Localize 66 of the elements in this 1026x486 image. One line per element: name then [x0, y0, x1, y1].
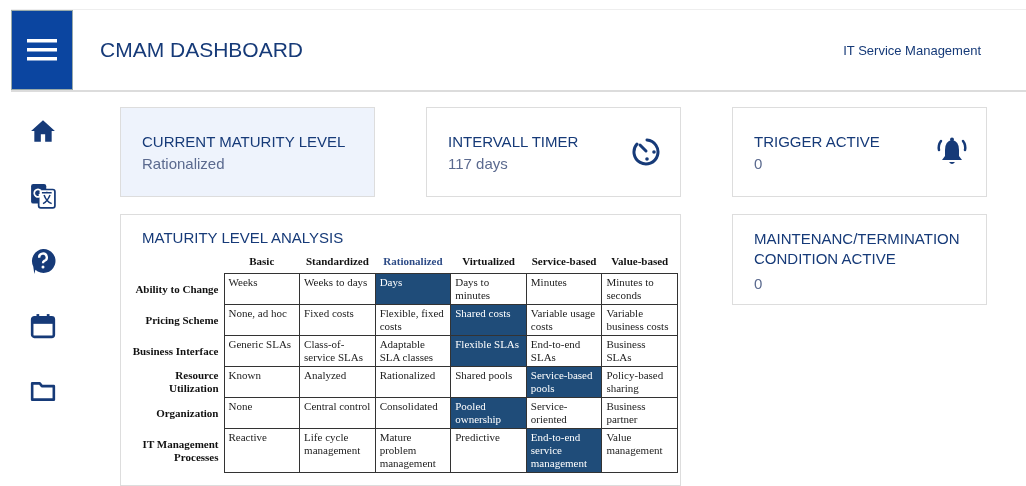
- row-header: IT Management Processes: [130, 428, 224, 473]
- column-header: Value-based: [601, 253, 678, 274]
- table-cell: Shared costs: [450, 304, 527, 336]
- menu-icon: [27, 38, 57, 61]
- card-value: 0: [754, 275, 764, 292]
- row-header: Pricing Scheme: [130, 304, 224, 336]
- table-cell: Predictive: [450, 428, 527, 473]
- table-cell: Value management: [601, 428, 678, 473]
- table-cell: Class-of-service SLAs: [299, 335, 376, 367]
- home-icon[interactable]: [30, 118, 56, 144]
- card-value: 0: [754, 155, 764, 172]
- table-cell: Service-based pools: [526, 366, 602, 398]
- row-header: Organization: [130, 397, 224, 429]
- table-cell: Variable usage costs: [526, 304, 602, 336]
- table-cell: Pooled ownership: [450, 397, 527, 429]
- table-cell: Reactive: [224, 428, 300, 473]
- table-cell: Days to minutes: [450, 273, 527, 305]
- calendar-icon[interactable]: [30, 313, 56, 339]
- panel-title: MATURITY LEVEL ANALYSIS: [142, 228, 345, 248]
- timer-icon: [632, 137, 662, 167]
- table-cell: Variable business costs: [601, 304, 678, 336]
- table-cell: Weeks: [224, 273, 300, 305]
- table-cell: Fixed costs: [299, 304, 376, 336]
- card-title: INTERVALL TIMER: [448, 132, 579, 152]
- header-subtitle: IT Service Management: [843, 42, 981, 58]
- table-cell: Flexible, fixed costs: [375, 304, 451, 336]
- table-cell: Minutes to seconds: [601, 273, 678, 305]
- help-icon[interactable]: [30, 248, 56, 274]
- row-header: Resource Utilization: [130, 366, 224, 398]
- card-value: 117 days: [448, 155, 509, 172]
- table-cell: Shared pools: [450, 366, 527, 398]
- table-cell: End-to-end SLAs: [526, 335, 602, 367]
- translate-icon[interactable]: [30, 183, 56, 209]
- table-cell: Weeks to days: [299, 273, 376, 305]
- table-cell: Days: [375, 273, 451, 305]
- table-cell: Life cycle management: [299, 428, 376, 473]
- table-cell: Flexible SLAs: [450, 335, 527, 367]
- table-cell: Known: [224, 366, 300, 398]
- table-cell: Consolidated: [375, 397, 451, 429]
- column-header: Standardized: [299, 253, 376, 274]
- column-header: Basic: [224, 253, 300, 274]
- table-cell: Policy-based sharing: [601, 366, 678, 398]
- card-title: MAINTENANC/TERMINATION CONDITION ACTIVE: [754, 229, 961, 269]
- table-cell: Rationalized: [375, 366, 451, 398]
- menu-button[interactable]: [11, 9, 73, 90]
- table-cell: Analyzed: [299, 366, 376, 398]
- card-title: TRIGGER ACTIVE: [754, 132, 880, 152]
- table-cell: None: [224, 397, 300, 429]
- card-value: Rationalized: [142, 155, 226, 172]
- card-title: CURRENT MATURITY LEVEL: [142, 132, 346, 152]
- table-cell: End-to-end service management: [526, 428, 602, 473]
- table-cell: Business partner: [601, 397, 678, 429]
- app-title: CMAM DASHBOARD: [100, 38, 305, 62]
- column-header: Service-based: [526, 253, 602, 274]
- table-cell: Adaptable SLA classes: [375, 335, 451, 367]
- table-cell: Central control: [299, 397, 376, 429]
- row-header: Business Interface: [130, 335, 224, 367]
- column-header: Rationalized: [375, 253, 451, 274]
- table-cell: Minutes: [526, 273, 602, 305]
- column-header: Virtualized: [450, 253, 527, 274]
- table-cell: None, ad hoc: [224, 304, 300, 336]
- table-cell: Generic SLAs: [224, 335, 300, 367]
- table-cell: Service-oriented: [526, 397, 602, 429]
- table-cell: Mature problem management: [375, 428, 451, 473]
- row-header: Ability to Change: [130, 273, 224, 305]
- table-cell: Business SLAs: [601, 335, 678, 367]
